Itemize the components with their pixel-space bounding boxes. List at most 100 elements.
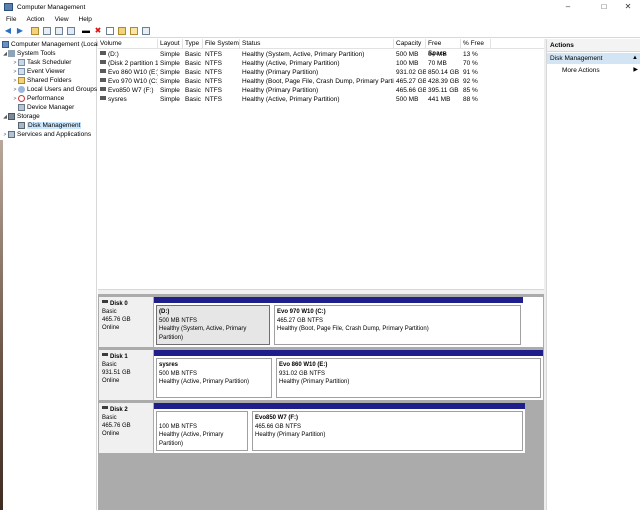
check-icon[interactable] — [105, 26, 115, 36]
back-icon[interactable]: ◀ — [3, 26, 13, 36]
volume-icon — [100, 51, 106, 55]
volume-cell: Evo 970 W10 (C:) — [98, 77, 158, 86]
volume-cell: Simple — [160, 60, 180, 67]
disk-label[interactable]: Disk 1 Basic 931.51 GB Online — [99, 350, 153, 400]
maximize-button[interactable]: □ — [592, 0, 616, 14]
volume-cell: NTFS — [205, 69, 222, 76]
partition-c[interactable]: Evo 970 W10 (C:) 465.27 GB NTFS Healthy … — [272, 297, 523, 347]
volume-icon — [100, 60, 106, 64]
tree-shared-folders[interactable]: > Shared Folders — [12, 76, 71, 85]
volume-icon — [100, 87, 106, 91]
tree-system-tools[interactable]: ◢ System Tools — [2, 49, 56, 58]
volume-cell: 85 % — [463, 87, 478, 94]
column-header-percent-free[interactable]: % Free — [461, 39, 491, 49]
volume-cell: Evo 860 W10 (E:) — [98, 68, 158, 77]
volume-cell: 13 % — [463, 51, 478, 58]
disk-label[interactable]: Disk 0 Basic 465.76 GB Online — [99, 297, 153, 347]
volume-list: Volume Layout Type File System Status Ca… — [98, 39, 544, 289]
view-icon[interactable] — [141, 26, 151, 36]
volume-row[interactable]: Evo 970 W10 (C:) Simple Basic NTFS Healthy (… — [98, 77, 544, 86]
volume-row[interactable]: (D:) Simple Basic NTFS Healthy (System, Acti… — [98, 50, 544, 59]
volume-cell: Basic — [185, 78, 201, 85]
partition-e[interactable]: Evo 860 W10 (E:) 931.02 GB NTFS Healthy … — [274, 350, 543, 400]
column-header-volume[interactable]: Volume — [98, 39, 158, 49]
tree-services-applications[interactable]: > Services and Applications — [2, 130, 91, 139]
properties-icon[interactable] — [54, 26, 64, 36]
volume-cell: 88 % — [463, 96, 478, 103]
volume-row[interactable]: Evo 860 W10 (E:) Simple Basic NTFS Healthy (… — [98, 68, 544, 77]
actions-pane: Actions Disk Management ▲ More Actions ▶ — [546, 39, 640, 510]
menu-view[interactable]: View — [49, 16, 73, 23]
volume-cell: 465.66 GB — [396, 87, 426, 94]
tree-root[interactable]: Computer Management (Local) — [2, 40, 101, 49]
volume-cell: Simple — [160, 69, 180, 76]
volume-cell: Basic — [185, 60, 201, 67]
show-hide-tree-icon[interactable] — [42, 26, 52, 36]
volume-cell: Basic — [185, 87, 201, 94]
tree-performance[interactable]: > Performance — [12, 94, 64, 103]
column-header-status[interactable]: Status — [240, 39, 394, 49]
services-icon — [8, 131, 15, 138]
search-icon[interactable] — [129, 26, 139, 36]
volume-cell: Basic — [185, 96, 201, 103]
performance-icon — [18, 95, 25, 102]
computer-icon — [2, 41, 9, 48]
toolbar: ◀ ▶ ▬ ✖ — [0, 25, 640, 38]
disk-icon — [102, 353, 108, 356]
volume-cell: (D:) — [98, 50, 158, 59]
menu-bar: File Action View Help — [0, 14, 640, 25]
volume-cell: Evo850 W7 (F:) — [98, 86, 158, 95]
partition-f[interactable]: Evo850 W7 (F:) 465.66 GB NTFS Healthy (P… — [250, 403, 525, 453]
close-button[interactable]: ✕ — [616, 0, 640, 14]
volume-cell: 92 % — [463, 78, 478, 85]
up-folder-icon[interactable] — [30, 26, 40, 36]
volume-row[interactable]: (Disk 2 partition 1) Simple Basic NTFS Healt… — [98, 59, 544, 68]
partition-sysres[interactable]: sysres 500 MB NTFS Healthy (Active, Prim… — [154, 350, 274, 400]
volume-row[interactable]: Evo850 W7 (F:) Simple Basic NTFS Healthy (Pr… — [98, 86, 544, 95]
tree-storage[interactable]: ◢ Storage — [2, 112, 40, 121]
column-header-free-space[interactable]: Free Space — [426, 39, 461, 57]
connect-icon[interactable]: ▬ — [81, 26, 91, 36]
column-header-type[interactable]: Type — [183, 39, 203, 49]
submenu-arrow-icon: ▶ — [633, 67, 638, 73]
folder-icon[interactable] — [117, 26, 127, 36]
menu-file[interactable]: File — [0, 16, 20, 23]
volume-cell: NTFS — [205, 78, 222, 85]
tree-device-manager[interactable]: Device Manager — [18, 103, 74, 112]
volume-row[interactable]: sysres Simple Basic NTFS Healthy (Active, Pr… — [98, 95, 544, 104]
title-bar: Computer Management – □ ✕ — [0, 0, 640, 14]
disk-partitions: (D:) 500 MB NTFS Healthy (System, Active… — [154, 297, 543, 347]
collapse-up-icon[interactable]: ▲ — [632, 53, 638, 64]
partition-disk2-1[interactable]: 100 MB NTFS Healthy (Active, Primary Par… — [154, 403, 250, 453]
volume-cell: Healthy (System, Active, Primary Partiti… — [242, 51, 365, 58]
tree-disk-management[interactable]: Disk Management — [18, 121, 82, 130]
window-title: Computer Management — [17, 3, 86, 11]
disk-icon — [102, 406, 108, 409]
more-actions-item[interactable]: More Actions ▶ — [547, 65, 640, 76]
volume-cell: NTFS — [205, 96, 222, 103]
help-icon[interactable] — [66, 26, 76, 36]
actions-section-disk-management[interactable]: Disk Management ▲ — [547, 53, 640, 64]
menu-help[interactable]: Help — [73, 16, 96, 23]
column-header-file-system[interactable]: File System — [203, 39, 240, 49]
tree-task-scheduler[interactable]: > Task Scheduler — [12, 58, 71, 67]
disk-row: Disk 2 Basic 465.76 GB Online 100 MB NTF… — [99, 403, 543, 453]
column-header-capacity[interactable]: Capacity — [394, 39, 426, 49]
partition-bar — [272, 297, 523, 303]
delete-icon[interactable]: ✖ — [93, 26, 103, 36]
partition-d[interactable]: (D:) 500 MB NTFS Healthy (System, Active… — [154, 297, 272, 347]
tree-event-viewer[interactable]: > Event Viewer — [12, 67, 65, 76]
disk-row: Disk 1 Basic 931.51 GB Online sysres 500… — [99, 350, 543, 400]
users-icon — [18, 86, 25, 93]
volume-cell: NTFS — [205, 60, 222, 67]
minimize-button[interactable]: – — [556, 0, 580, 14]
volume-cell: Healthy (Active, Primary Partition) — [242, 60, 340, 67]
disk-label[interactable]: Disk 2 Basic 465.76 GB Online — [99, 403, 153, 453]
column-header-layout[interactable]: Layout — [158, 39, 183, 49]
menu-action[interactable]: Action — [20, 16, 48, 23]
volume-cell: 500 MB — [396, 96, 419, 103]
forward-icon[interactable]: ▶ — [15, 26, 25, 36]
volume-cell: NTFS — [205, 51, 222, 58]
clock-icon — [18, 59, 25, 66]
tree-local-users[interactable]: > Local Users and Groups — [12, 85, 97, 94]
